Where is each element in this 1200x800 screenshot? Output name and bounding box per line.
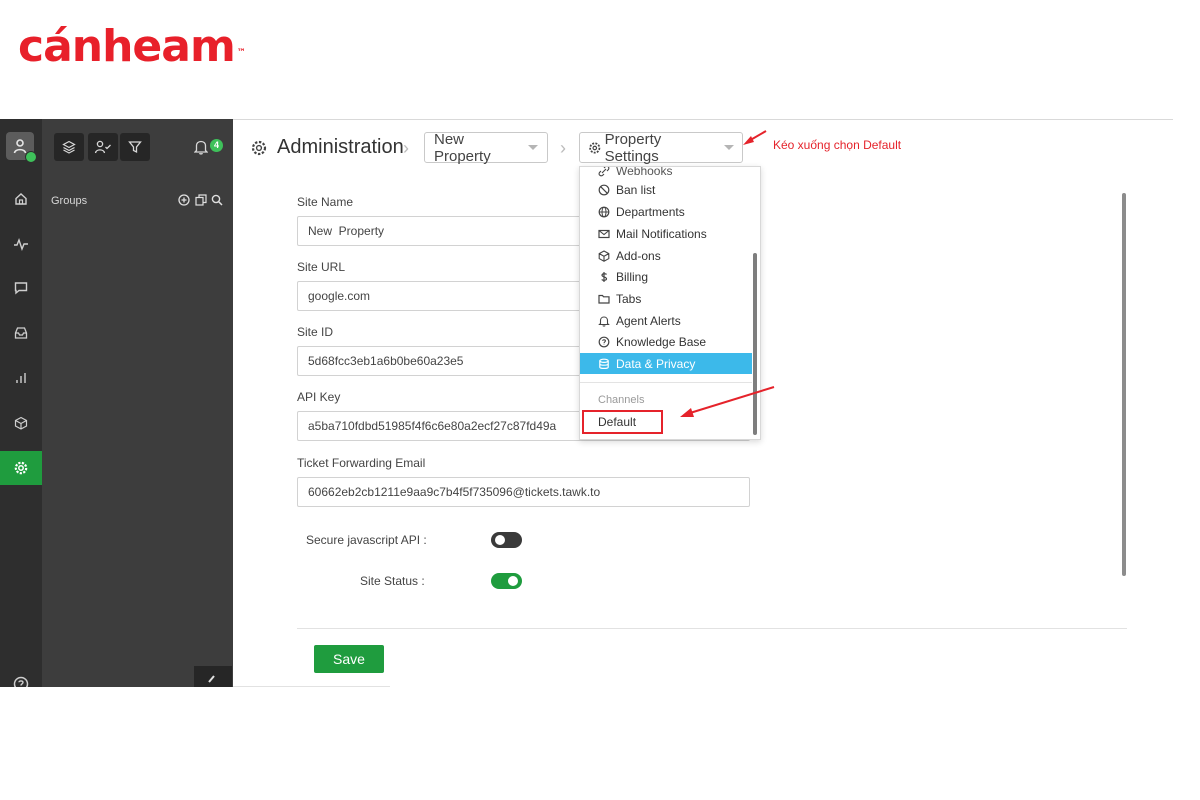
annotation-arrows bbox=[680, 130, 775, 417]
annotation-arrow-icon bbox=[680, 386, 775, 417]
annotation-arrow-icon bbox=[743, 130, 767, 145]
